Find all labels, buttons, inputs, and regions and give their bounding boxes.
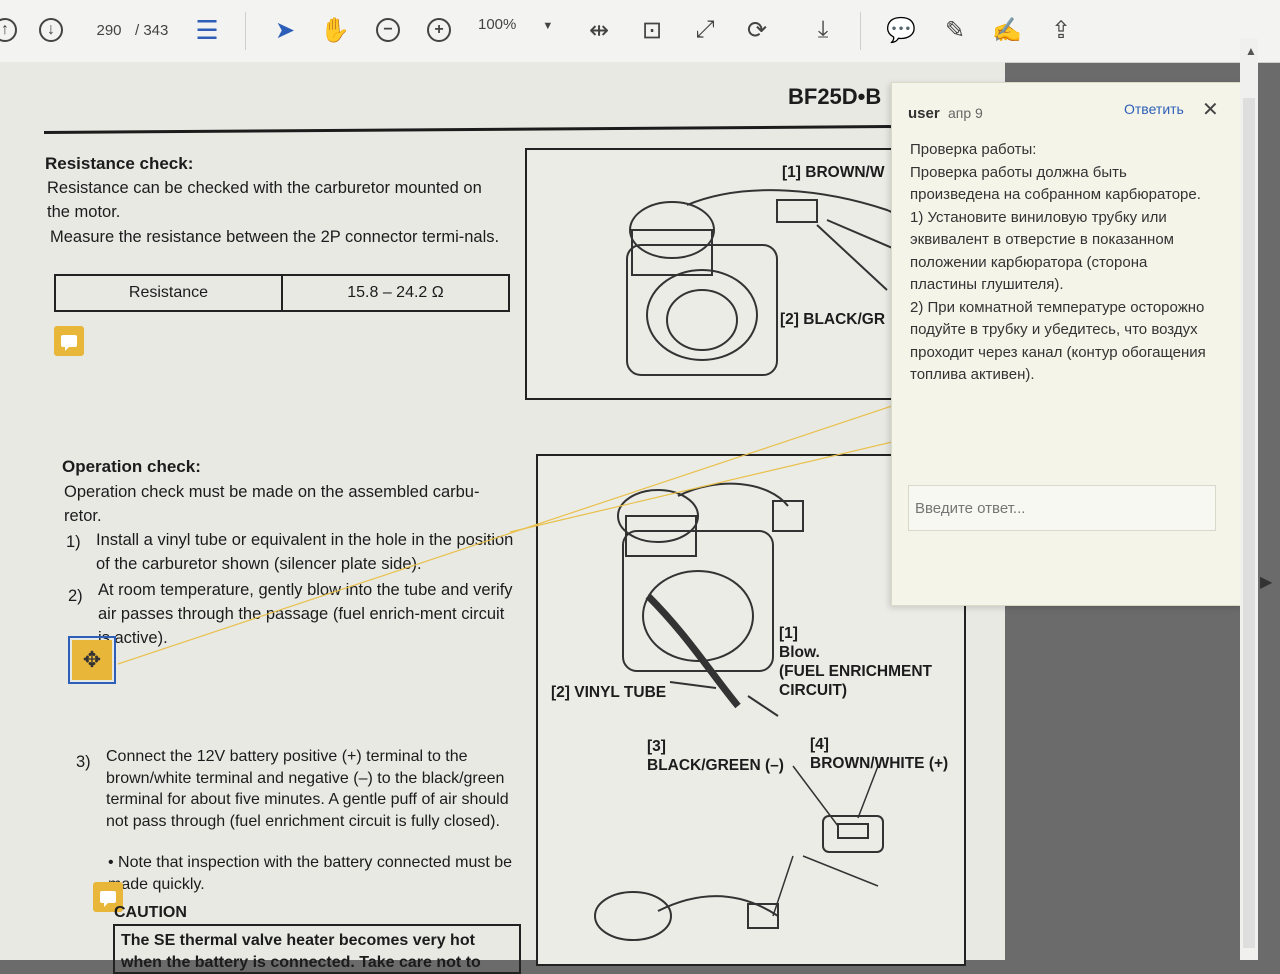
fit-width-icon[interactable]: ⇹ — [584, 14, 614, 46]
comment-body: Проверка работы: Проверка работы должна … — [910, 141, 1206, 383]
select-cursor-icon[interactable]: ➤ — [270, 14, 300, 46]
reply-input[interactable] — [909, 486, 1215, 530]
comment-date: апр 9 — [948, 105, 983, 121]
zoom-select[interactable]: 100% ▼ — [478, 16, 558, 33]
zoom-in-icon[interactable]: + — [424, 14, 454, 46]
close-icon[interactable]: ✕ — [1202, 97, 1219, 122]
highlight-icon[interactable]: ✎ — [940, 14, 970, 46]
zoom-value: 100% — [478, 16, 517, 33]
page-number-input[interactable]: 290 — [88, 22, 130, 44]
comment-connector-lines — [117, 405, 893, 665]
toolbar-divider — [860, 12, 861, 50]
scroll-down-icon[interactable]: ↓ — [36, 14, 66, 46]
toolbar-divider — [245, 12, 246, 50]
reply-field[interactable] — [908, 485, 1216, 531]
comment-icon[interactable]: 💬 — [886, 14, 916, 46]
scroll-up-arrow-icon[interactable]: ▲ — [1245, 44, 1257, 58]
fit-page-icon[interactable]: ⊡ — [637, 14, 667, 46]
scrollbar-thumb[interactable] — [1243, 98, 1255, 948]
scroll-up-icon[interactable]: ↑ — [0, 14, 20, 46]
download-icon[interactable]: ⤓ — [808, 14, 838, 46]
sign-icon[interactable]: ✍ — [992, 14, 1022, 46]
document-page: BF25D•B Resistance check: Resistance can… — [0, 62, 1005, 974]
zoom-out-icon[interactable]: − — [373, 14, 403, 46]
export-icon[interactable]: ⇪ — [1046, 14, 1076, 46]
hand-icon[interactable]: ✋ — [320, 14, 350, 46]
pdf-toolbar: ↑ ↓ 290 / 343 ☰ ➤ ✋ − + 100% ▼ ⇹ ⊡ ⤢ ⟳ ⤓ … — [0, 0, 1280, 63]
reply-button[interactable]: Ответить — [1124, 101, 1184, 117]
next-page-arrow-icon[interactable]: ▶ — [1260, 572, 1272, 592]
rotate-icon[interactable]: ⟳ — [742, 14, 772, 46]
fullscreen-icon[interactable]: ⤢ — [690, 14, 720, 46]
comment-author: user — [908, 105, 940, 122]
thumbnails-icon[interactable]: ☰ — [192, 14, 222, 46]
chevron-down-icon: ▼ — [542, 20, 554, 32]
comment-panel: user апр 9 Ответить ✕ Проверка работы: П… — [891, 82, 1243, 606]
page-total: / 343 — [135, 22, 169, 39]
